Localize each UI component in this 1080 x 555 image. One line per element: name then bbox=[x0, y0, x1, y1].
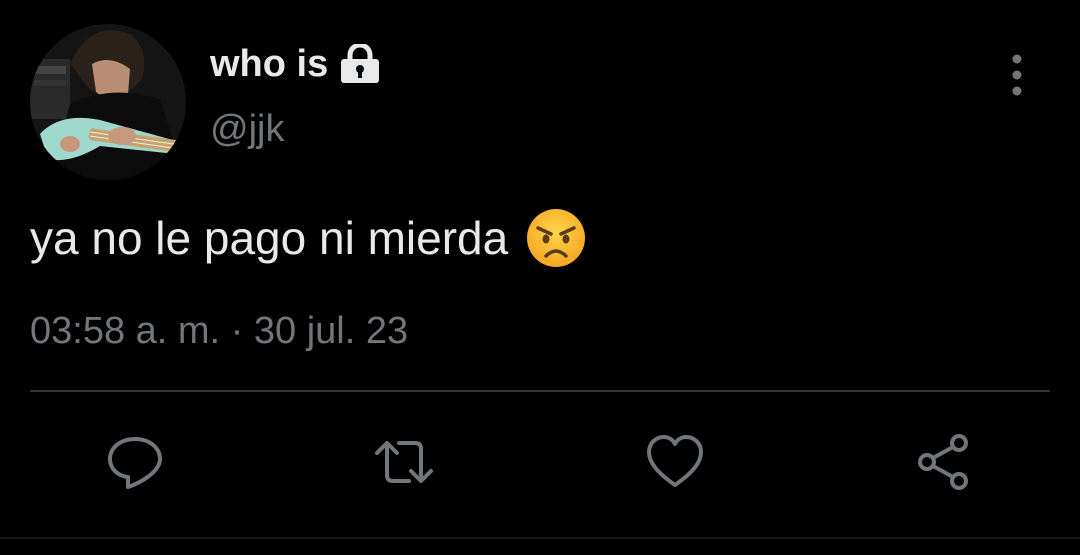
avatar-photo bbox=[30, 24, 186, 180]
lock-icon bbox=[338, 42, 382, 84]
author-handle[interactable]: @jjk bbox=[210, 110, 284, 148]
share-button[interactable] bbox=[912, 430, 976, 494]
reply-button[interactable] bbox=[103, 430, 167, 494]
heart-icon bbox=[647, 435, 703, 487]
tweet-timestamp[interactable]: 03:58 a. m. · 30 jul. 23 bbox=[30, 312, 408, 350]
retweet-button[interactable] bbox=[372, 430, 436, 494]
more-vertical-icon bbox=[1012, 54, 1022, 96]
avatar[interactable] bbox=[30, 24, 186, 180]
angry-face-emoji bbox=[526, 208, 586, 268]
divider bbox=[30, 390, 1050, 392]
tweet-body: ya no le pago ni mierda bbox=[30, 208, 586, 268]
more-options-button[interactable] bbox=[996, 52, 1038, 98]
tweet-text: ya no le pago ni mierda bbox=[30, 211, 509, 264]
reply-icon bbox=[108, 437, 162, 489]
author-display-name[interactable]: who is bbox=[210, 45, 328, 83]
author-name-row[interactable]: who is bbox=[210, 42, 382, 84]
retweet-icon bbox=[375, 441, 433, 483]
like-button[interactable] bbox=[643, 430, 707, 494]
share-icon bbox=[918, 434, 968, 490]
bottom-divider bbox=[0, 537, 1080, 539]
